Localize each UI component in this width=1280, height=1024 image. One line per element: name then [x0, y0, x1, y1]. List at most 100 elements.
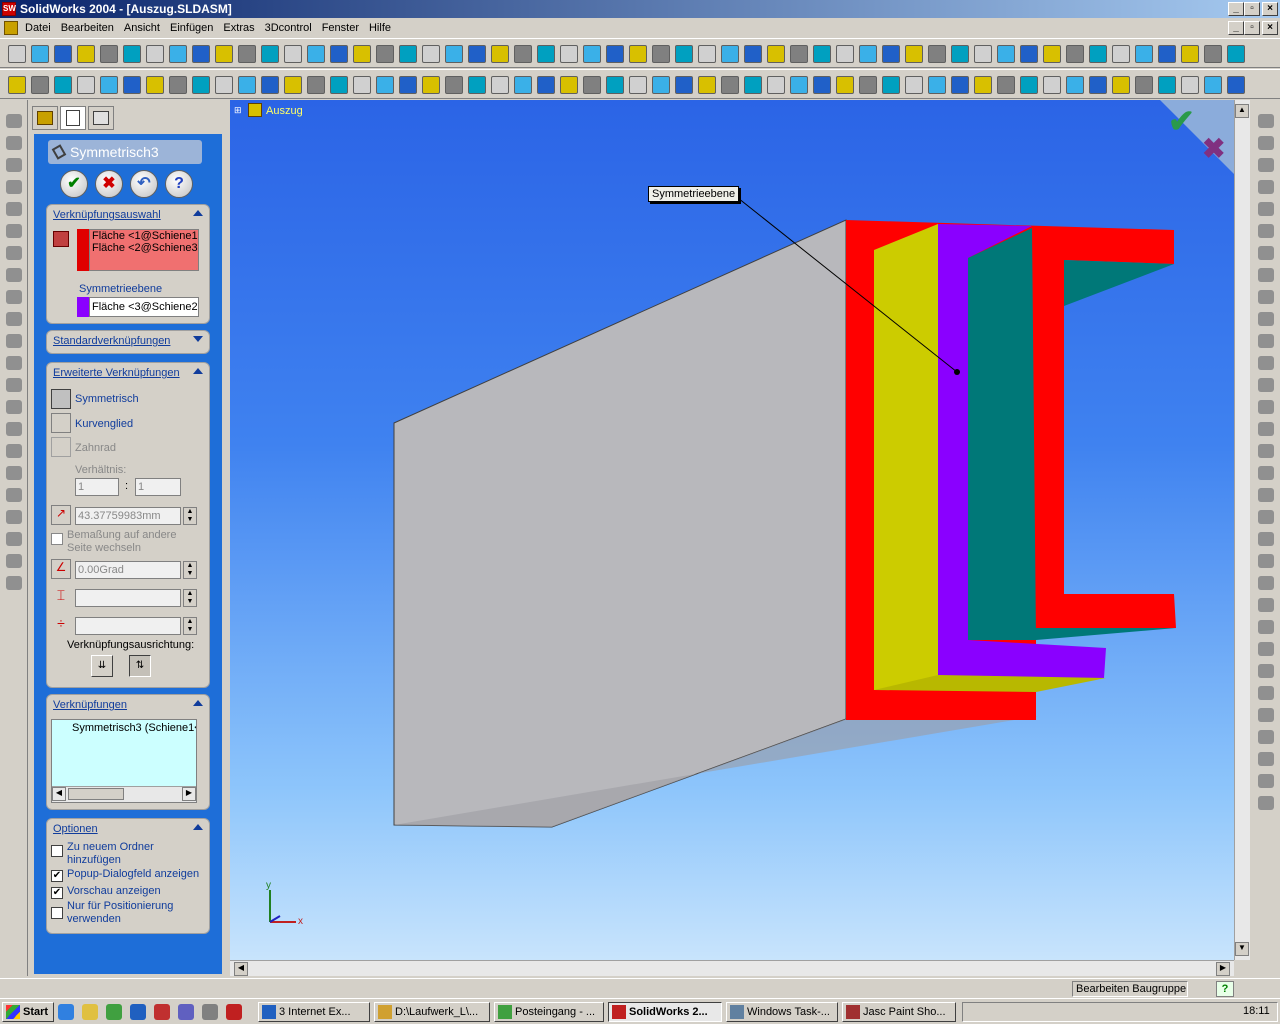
- side-tool-icon[interactable]: [6, 466, 22, 480]
- vp-scroll-left[interactable]: ◀: [234, 962, 248, 976]
- side-tool-icon[interactable]: [1258, 268, 1274, 282]
- toolbar-tool-icon[interactable]: [905, 76, 923, 94]
- side-tool-icon[interactable]: [6, 312, 22, 326]
- side-tool-icon[interactable]: [1258, 158, 1274, 172]
- toolbar-tool-icon[interactable]: [997, 45, 1015, 63]
- expand-arrow-icon[interactable]: [193, 336, 203, 342]
- side-tool-icon[interactable]: [6, 378, 22, 392]
- new-folder-label-1[interactable]: Zu neuem Ordner: [67, 841, 154, 853]
- side-tool-icon[interactable]: [1258, 246, 1274, 260]
- ok-button[interactable]: ✔: [60, 170, 88, 198]
- toolbar-tool-icon[interactable]: [77, 45, 95, 63]
- toolbar-tool-icon[interactable]: [652, 45, 670, 63]
- toolbar-tool-icon[interactable]: [951, 76, 969, 94]
- toolbar-tool-icon[interactable]: [928, 45, 946, 63]
- toolbar-tool-icon[interactable]: [376, 76, 394, 94]
- toolbar-tool-icon[interactable]: [284, 76, 302, 94]
- side-tool-icon[interactable]: [1258, 466, 1274, 480]
- side-tool-icon[interactable]: [1258, 642, 1274, 656]
- side-tool-icon[interactable]: [1258, 290, 1274, 304]
- side-tool-icon[interactable]: [1258, 686, 1274, 700]
- side-tool-icon[interactable]: [1258, 312, 1274, 326]
- toolbar-tool-icon[interactable]: [606, 45, 624, 63]
- toolbar-tool-icon[interactable]: [859, 45, 877, 63]
- toolbar-tool-icon[interactable]: [629, 45, 647, 63]
- toolbar-tool-icon[interactable]: [1227, 45, 1245, 63]
- minimize-button[interactable]: _: [1228, 2, 1244, 16]
- taskbar-task-button[interactable]: SolidWorks 2...: [608, 1002, 722, 1022]
- toolbar-tool-icon[interactable]: [790, 45, 808, 63]
- menu-item[interactable]: Bearbeiten: [56, 18, 119, 38]
- side-tool-icon[interactable]: [1258, 796, 1274, 810]
- toolbar-tool-icon[interactable]: [54, 45, 72, 63]
- toolbar-tool-icon[interactable]: [123, 45, 141, 63]
- side-tool-icon[interactable]: [1258, 356, 1274, 370]
- collapse-arrow-icon[interactable]: [193, 824, 203, 830]
- side-tool-icon[interactable]: [6, 532, 22, 546]
- feature-tree-tab[interactable]: [32, 106, 58, 130]
- toolbar-tool-icon[interactable]: [721, 76, 739, 94]
- side-tool-icon[interactable]: [6, 356, 22, 370]
- menu-item[interactable]: Ansicht: [119, 18, 165, 38]
- toolbar-tool-icon[interactable]: [675, 76, 693, 94]
- scroll-left-button[interactable]: ◀: [52, 787, 66, 801]
- toolbar-tool-icon[interactable]: [192, 76, 210, 94]
- toolbar-tool-icon[interactable]: [951, 45, 969, 63]
- toolbar-tool-icon[interactable]: [8, 76, 26, 94]
- close-button[interactable]: ×: [1262, 2, 1278, 16]
- side-tool-icon[interactable]: [1258, 752, 1274, 766]
- side-tool-icon[interactable]: [1258, 378, 1274, 392]
- side-tool-icon[interactable]: [6, 180, 22, 194]
- solidworks-app-icon[interactable]: SW: [2, 2, 16, 16]
- advanced-mates-header[interactable]: Erweiterte Verknüpfungen: [53, 367, 180, 379]
- toolbar-tool-icon[interactable]: [537, 45, 555, 63]
- toolbar-tool-icon[interactable]: [123, 76, 141, 94]
- help-button[interactable]: ?: [165, 170, 193, 198]
- quick-launch-icon[interactable]: [154, 1004, 170, 1020]
- standard-mates-section[interactable]: Standardverknüpfungen: [46, 330, 210, 354]
- toolbar-tool-icon[interactable]: [261, 45, 279, 63]
- maximize-button[interactable]: ▫: [1244, 2, 1260, 16]
- side-tool-icon[interactable]: [1258, 774, 1274, 788]
- toolbar-tool-icon[interactable]: [1112, 45, 1130, 63]
- side-tool-icon[interactable]: [6, 576, 22, 590]
- symmetry-plane-field[interactable]: Fläche <3@Schiene2: [89, 297, 199, 317]
- start-button[interactable]: Start: [2, 1002, 54, 1022]
- vp-scroll-right[interactable]: ▶: [1216, 962, 1230, 976]
- toolbar-tool-icon[interactable]: [974, 45, 992, 63]
- side-tool-icon[interactable]: [1258, 224, 1274, 238]
- taskbar-task-button[interactable]: D:\Laufwerk_L\...: [374, 1002, 490, 1022]
- menu-item[interactable]: 3Dcontrol: [260, 18, 317, 38]
- side-tool-icon[interactable]: [1258, 400, 1274, 414]
- toolbar-tool-icon[interactable]: [261, 76, 279, 94]
- new-folder-label-2[interactable]: hinzufügen: [67, 854, 121, 866]
- quick-launch-icon[interactable]: [130, 1004, 146, 1020]
- menu-item[interactable]: Extras: [218, 18, 259, 38]
- toolbar-tool-icon[interactable]: [8, 45, 26, 63]
- side-tool-icon[interactable]: [1258, 510, 1274, 524]
- toolbar-tool-icon[interactable]: [537, 76, 555, 94]
- toolbar-tool-icon[interactable]: [606, 76, 624, 94]
- toolbar-tool-icon[interactable]: [1089, 76, 1107, 94]
- toolbar-tool-icon[interactable]: [169, 76, 187, 94]
- toolbar-tool-icon[interactable]: [514, 45, 532, 63]
- toolbar-tool-icon[interactable]: [1227, 76, 1245, 94]
- side-tool-icon[interactable]: [6, 334, 22, 348]
- menu-item[interactable]: Datei: [20, 18, 56, 38]
- side-tool-icon[interactable]: [1258, 136, 1274, 150]
- collapse-arrow-icon[interactable]: [193, 700, 203, 706]
- side-tool-icon[interactable]: [6, 422, 22, 436]
- toolbar-tool-icon[interactable]: [1020, 45, 1038, 63]
- toolbar-tool-icon[interactable]: [307, 45, 325, 63]
- yellow-inner-face[interactable]: [874, 224, 938, 690]
- toolbar-tool-icon[interactable]: [77, 76, 95, 94]
- preview-label[interactable]: Vorschau anzeigen: [67, 885, 161, 897]
- toolbar-tool-icon[interactable]: [1158, 76, 1176, 94]
- toolbar-tool-icon[interactable]: [100, 45, 118, 63]
- toolbar-tool-icon[interactable]: [514, 76, 532, 94]
- toolbar-tool-icon[interactable]: [744, 76, 762, 94]
- scroll-thumb[interactable]: [68, 788, 124, 800]
- toolbar-tool-icon[interactable]: [675, 45, 693, 63]
- standard-mates-header[interactable]: Standardverknüpfungen: [53, 335, 170, 347]
- side-tool-icon[interactable]: [6, 202, 22, 216]
